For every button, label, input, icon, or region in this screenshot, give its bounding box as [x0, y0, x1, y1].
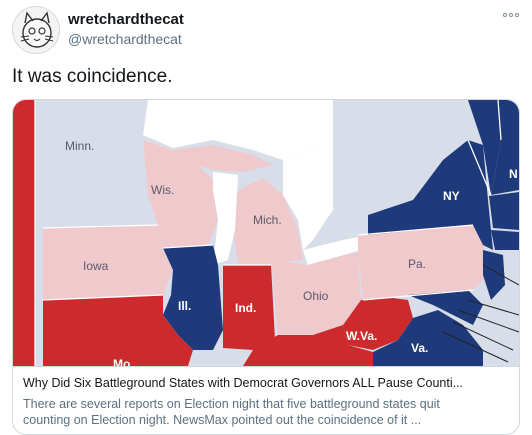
display-name[interactable]: wretchardthecat: [68, 11, 184, 28]
state-massachusetts: [489, 192, 519, 230]
more-options-button[interactable]: [500, 8, 522, 20]
label-iowa: Iowa: [83, 259, 109, 273]
label-indiana: Ind.: [235, 301, 256, 315]
label-new-hampshire: N: [509, 167, 518, 181]
state-connecticut: [491, 230, 519, 250]
label-michigan: Mich.: [253, 213, 282, 227]
election-map: Minn. Wis. Mich. Iowa Ill. Ind. Ohio Pa.…: [13, 100, 519, 366]
label-missouri: Mo.: [113, 357, 134, 366]
card-description: There are several reports on Election ni…: [23, 396, 509, 428]
user-handle[interactable]: @wretchardthecat: [68, 31, 182, 47]
card-image-map[interactable]: Minn. Wis. Mich. Iowa Ill. Ind. Ohio Pa.…: [13, 100, 519, 366]
card-title[interactable]: Why Did Six Battleground States with Dem…: [23, 376, 509, 391]
cat-avatar-icon: [20, 11, 54, 48]
card-body[interactable]: Why Did Six Battleground States with Dem…: [13, 366, 519, 434]
card-description-line-1: There are several reports on Election ni…: [23, 397, 440, 411]
tweet-text: It was coincidence.: [12, 66, 173, 87]
label-new-york: NY: [443, 189, 460, 203]
label-pennsylvania: Pa.: [408, 257, 426, 271]
label-virginia: Va.: [411, 341, 428, 355]
label-vermont: Vt.: [479, 117, 494, 131]
label-wisconsin: Wis.: [151, 183, 174, 197]
label-illinois: Ill.: [178, 299, 191, 313]
card-description-line-2: counting on Election night. NewsMax poin…: [23, 413, 422, 427]
link-card[interactable]: Minn. Wis. Mich. Iowa Ill. Ind. Ohio Pa.…: [12, 99, 520, 435]
label-minnesota: Minn.: [65, 139, 94, 153]
state-dakotas: [13, 100, 35, 366]
label-west-virginia: W.Va.: [346, 329, 377, 343]
label-ohio: Ohio: [303, 289, 329, 303]
avatar[interactable]: [12, 6, 60, 54]
ellipsis-icon: [502, 12, 520, 18]
